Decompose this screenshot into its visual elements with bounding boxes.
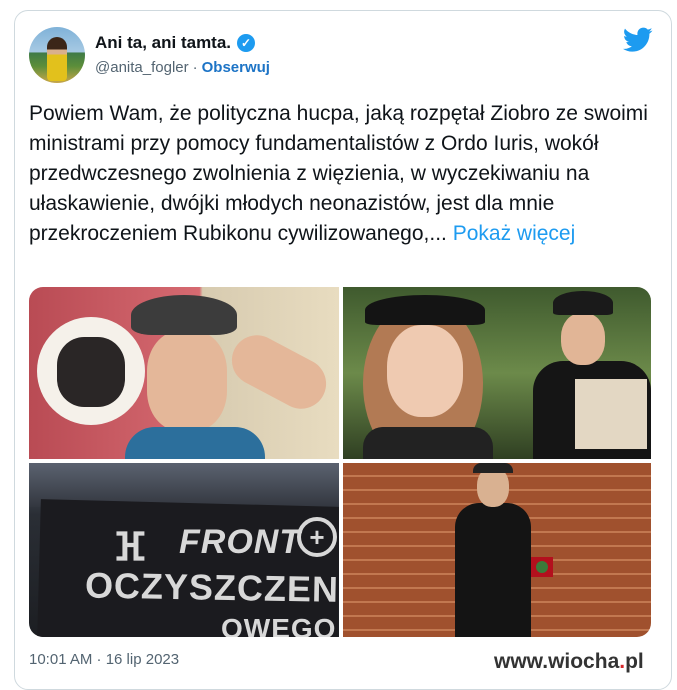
follow-button[interactable]: Obserwuj: [202, 59, 270, 76]
man-cap: [553, 291, 613, 315]
media-photo-3[interactable]: ⴼ FRONT + OCZYSZCZENIA OWEGO: [29, 463, 339, 637]
media-grid: ⴼ FRONT + OCZYSZCZENIA OWEGO: [29, 287, 651, 637]
man-hair: [473, 463, 513, 473]
cardboard-box: [575, 379, 647, 449]
site-watermark: www.wiocha.pl: [494, 650, 644, 674]
officer-cap: [131, 295, 237, 335]
man-face: [477, 467, 509, 507]
watermark-prefix: www.: [494, 650, 549, 673]
media-photo-4[interactable]: [343, 463, 651, 637]
blurred-symbol: [57, 337, 125, 407]
tweet-timestamp[interactable]: 10:01 AM · 16 lip 2023: [29, 651, 179, 668]
media-photo-2[interactable]: [343, 287, 651, 459]
celtic-cross-icon: +: [297, 517, 337, 557]
woman-face: [387, 325, 463, 417]
woman-jacket: [363, 427, 493, 459]
woman-cap: [365, 295, 485, 325]
person-face: [147, 331, 227, 431]
avatar-figure: [47, 37, 67, 81]
tweet-card: Ani ta, ani tamta. ✓ @anita_fogler · Obs…: [14, 10, 672, 690]
verified-badge-icon: ✓: [237, 34, 256, 52]
author-name-row: Ani ta, ani tamta. ✓: [95, 33, 256, 53]
banner-text-line3: OWEGO: [221, 613, 337, 637]
banner-symbol-icon: ⴼ: [113, 527, 147, 569]
author-handle[interactable]: @anita_fogler: [95, 59, 189, 76]
person-shirt: [125, 427, 265, 459]
tweet-text-block: Powiem Wam, że polityczna hucpa, jaką ro…: [29, 99, 654, 249]
author-avatar[interactable]: [29, 27, 85, 83]
twitter-bird-icon[interactable]: [623, 27, 653, 53]
author-handle-row: @anita_fogler · Obserwuj: [95, 59, 270, 76]
armband-emblem: [536, 561, 548, 573]
uniform: [455, 503, 531, 637]
banner-text-line1: FRONT: [179, 523, 302, 561]
saluting-arm: [223, 326, 335, 418]
man-face: [561, 313, 605, 365]
watermark-site: wiocha: [548, 650, 620, 673]
media-photo-1[interactable]: [29, 287, 339, 459]
banner-text-line2: OCZYSZCZENIA: [84, 564, 339, 611]
handle-separator: ·: [192, 59, 198, 76]
author-display-name[interactable]: Ani ta, ani tamta.: [95, 33, 231, 53]
watermark-tld: pl: [625, 650, 644, 673]
show-more-link[interactable]: Pokaż więcej: [453, 222, 576, 245]
